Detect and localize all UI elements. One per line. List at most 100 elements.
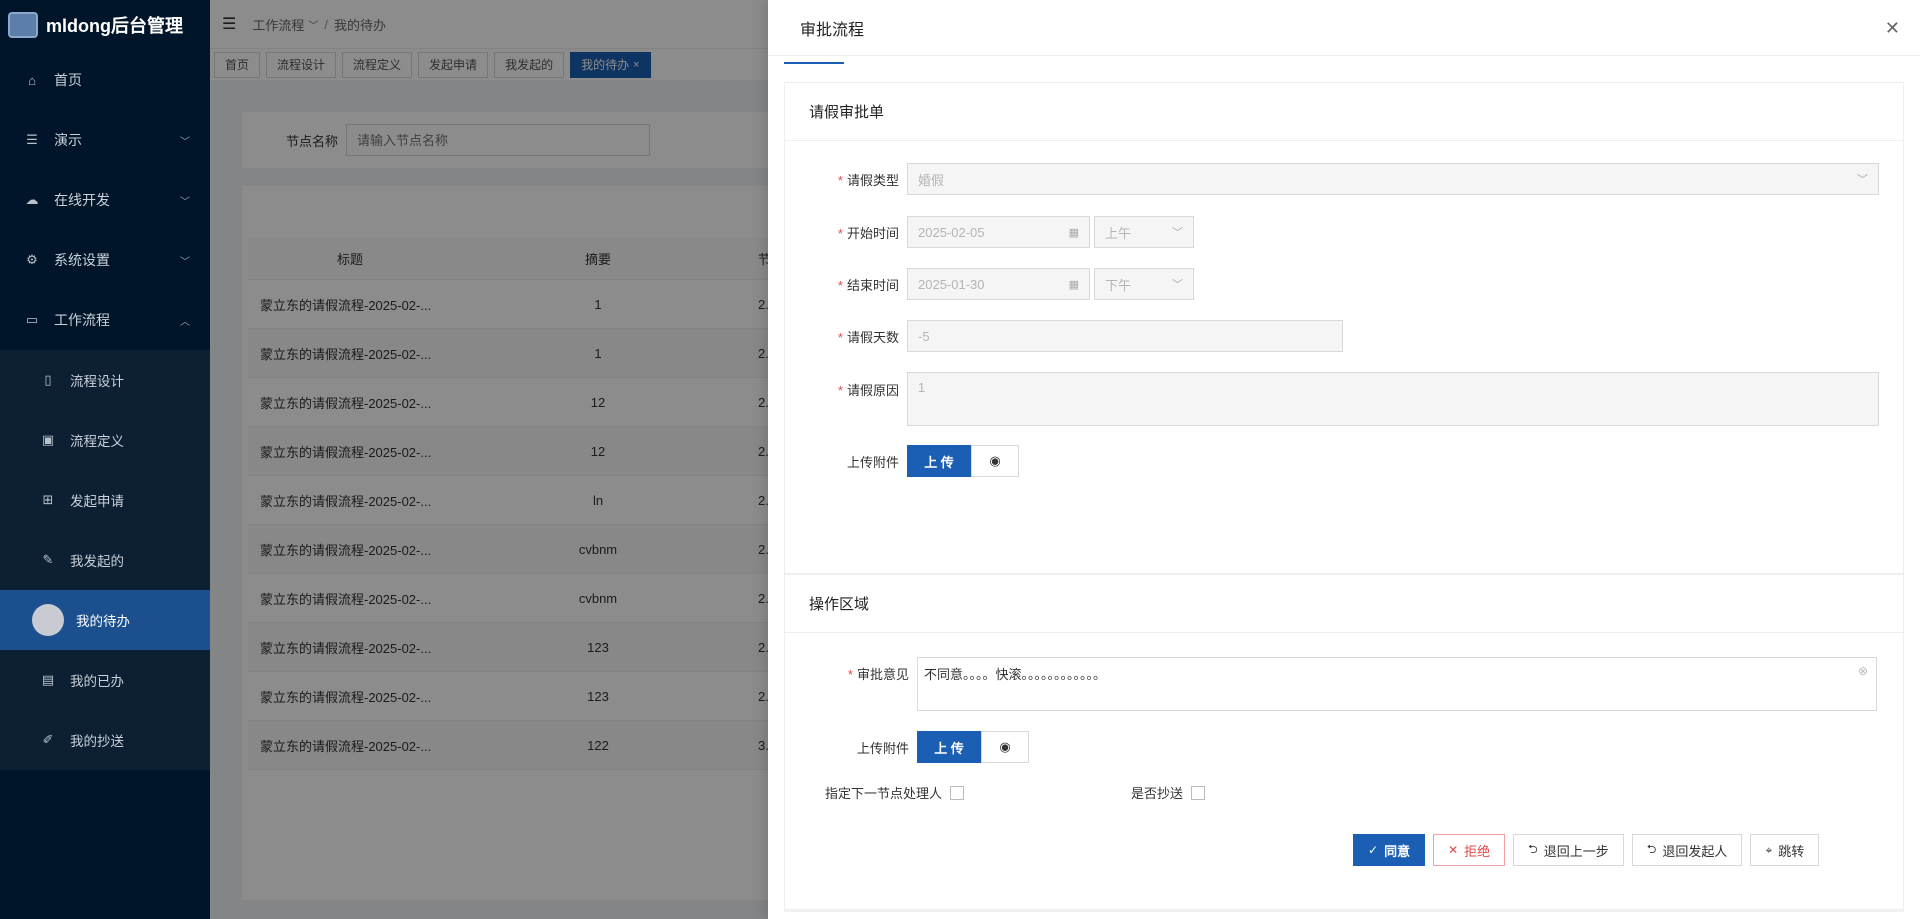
sidebar-item-my-started[interactable]: ✎ 我发起的 [0, 530, 210, 590]
upload-button[interactable]: 上 传 [917, 731, 981, 763]
form-label: 指定下一节点处理人 [825, 786, 943, 801]
select-value: 上午 [1105, 225, 1132, 241]
form-label: 上传附件 [846, 454, 899, 470]
sidebar-item-flow-definition[interactable]: ▣ 流程定义 [0, 410, 210, 470]
end-half-select[interactable]: 下午 ﹀ [1094, 268, 1194, 300]
sidebar-item-label: 在线开发 [54, 192, 110, 208]
upload-row: 上传附件 上 传 ◉ [785, 445, 1019, 477]
image-icon: ▣ [41, 432, 55, 447]
check-icon: ✓ [1368, 843, 1379, 857]
form-label: * 审批意见 [847, 667, 909, 682]
opinion-textarea[interactable]: 不同意。。。。快滚。。。。。。。。。。。。 ⊗ [917, 657, 1877, 711]
next-handler-checkbox[interactable] [950, 785, 965, 800]
chevron-down-icon: ﹀ [1857, 174, 1868, 186]
leave-form-card: 请假审批单 * 请假类型 婚假 ﹀ * 开始时间 2025-02-05 ▦ 上午 ﹀ [784, 82, 1904, 574]
sidebar-item-home[interactable]: ⌂ 首页 [0, 50, 210, 110]
form-label: * 开始时间 [837, 225, 899, 241]
leave-days-input[interactable]: -5 [907, 320, 1343, 352]
input-value: 1 [918, 380, 926, 395]
calendar-icon: ▦ [1068, 226, 1079, 239]
start-half-select[interactable]: 上午 ﹀ [1094, 216, 1194, 248]
edit-icon: ✎ [42, 552, 54, 567]
logo-icon [8, 12, 38, 38]
sidebar-item-label: 系统设置 [54, 252, 110, 268]
sidebar: mldong后台管理 ⌂ 首页 ☰ 演示 ﹀ ☁ 在线开发 ﹀ ⚙ 系统设置 ﹀… [0, 0, 210, 919]
close-icon: ✕ [1448, 843, 1459, 857]
approval-drawer: 审批流程 ✕ 请假审批单 * 请假类型 婚假 ﹀ * 开始时间 2025-02-05… [768, 0, 1920, 919]
drawer-title: 审批流程 [800, 21, 865, 39]
date-value: 2025-02-05 [918, 224, 985, 240]
input-value: -5 [918, 328, 930, 344]
pen-icon: ✐ [42, 732, 54, 747]
cloud-icon: ☁ [25, 192, 39, 207]
sidebar-item-demo[interactable]: ☰ 演示 ﹀ [0, 110, 210, 170]
sidebar-item-start-request[interactable]: ⊞ 发起申请 [0, 470, 210, 530]
list-icon: ☰ [26, 132, 38, 147]
opinion-row: * 审批意见 不同意。。。。快滚。。。。。。。。。。。。 ⊗ [785, 657, 1877, 711]
sidebar-item-label: 首页 [54, 72, 82, 88]
chevron-down-icon: ﹀ [1172, 227, 1183, 239]
jump-button[interactable]: ⌖ 跳转 [1750, 834, 1820, 866]
cc-checkbox[interactable] [1191, 785, 1206, 800]
rollback-icon: ⮌ [1528, 841, 1538, 856]
sidebar-item-label: 我的待办 [76, 614, 130, 629]
sidebar-item-online-dev[interactable]: ☁ 在线开发 ﹀ [0, 170, 210, 230]
sidebar-item-label: 我的抄送 [70, 734, 124, 749]
form-label: 上传附件 [856, 740, 909, 756]
leave-reason-textarea[interactable]: 1 [907, 372, 1879, 426]
avatar [32, 604, 64, 636]
home-icon: ⌂ [28, 72, 36, 88]
sidebar-item-label: 流程定义 [70, 434, 124, 449]
form-label: * 请假天数 [837, 329, 899, 345]
agree-button[interactable]: ✓ 同意 [1353, 834, 1426, 866]
cc-row: 是否抄送 [1131, 783, 1206, 802]
rollback-icon: ⮌ [1646, 841, 1657, 856]
leave-type-select[interactable]: 婚假 ﹀ [907, 163, 1879, 195]
sidebar-item-settings[interactable]: ⚙ 系统设置 ﹀ [0, 230, 210, 290]
clear-icon[interactable]: ⊗ [1858, 664, 1868, 678]
select-value: 婚假 [918, 172, 945, 188]
leave-days-row: * 请假天数 -5 [785, 320, 1343, 352]
eye-icon[interactable]: ◉ [981, 731, 1029, 763]
sidebar-item-my-todo[interactable]: 我的待办 [0, 590, 210, 650]
grid-icon: ⊞ [42, 492, 54, 507]
form-label: * 结束时间 [837, 277, 899, 293]
sidebar-item-label: 工作流程 [54, 312, 110, 328]
chevron-down-icon: ﹀ [180, 136, 190, 148]
gear-icon: ⚙ [26, 252, 38, 267]
app-logo[interactable]: mldong后台管理 [0, 0, 210, 50]
sidebar-item-workflow[interactable]: ▭ 工作流程 ︿ [0, 290, 210, 350]
input-value: 不同意。。。。快滚。。。。。。。。。。。。 [924, 667, 1107, 682]
sidebar-item-my-cc[interactable]: ✐ 我的抄送 [0, 710, 210, 770]
leave-reason-row: * 请假原因 1 [785, 372, 1879, 426]
select-value: 下午 [1105, 277, 1132, 293]
sidebar-item-my-done[interactable]: ▤ 我的已办 [0, 650, 210, 710]
app-title: mldong后台管理 [46, 16, 183, 36]
back-prev-button[interactable]: ⮌ 退回上一步 [1513, 834, 1624, 866]
end-date-picker[interactable]: 2025-01-30 ▦ [907, 268, 1090, 300]
back-starter-button[interactable]: ⮌ 退回发起人 [1631, 834, 1743, 866]
sidebar-item-label: 流程设计 [70, 374, 124, 389]
laptop-icon: ▭ [25, 312, 39, 327]
chevron-up-icon: ︿ [180, 316, 190, 328]
close-icon[interactable]: ✕ [1885, 18, 1900, 39]
form-label: 是否抄送 [1131, 786, 1184, 801]
book-icon: ▤ [41, 672, 55, 687]
reject-button[interactable]: ✕ 拒绝 [1433, 834, 1506, 866]
upload-button[interactable]: 上 传 [907, 445, 971, 477]
sidebar-item-flow-design[interactable]: ▯ 流程设计 [0, 350, 210, 410]
start-date-picker[interactable]: 2025-02-05 ▦ [907, 216, 1090, 248]
eye-icon[interactable]: ◉ [971, 445, 1019, 477]
workflow-submenu: ▯ 流程设计 ▣ 流程定义 ⊞ 发起申请 ✎ 我发起的 我的待办 ▤ 我的已办 … [0, 350, 210, 770]
chevron-down-icon: ﹀ [180, 256, 190, 268]
action-buttons: ✓ 同意 ✕ 拒绝 ⮌ 退回上一步 ⮌ 退回发起人 ⌖ 跳转 [1353, 834, 1820, 866]
chevron-down-icon: ﹀ [180, 196, 190, 208]
drawer-header: 审批流程 ✕ [768, 0, 1920, 56]
end-time-row: * 结束时间 2025-01-30 ▦ 下午 ﹀ [785, 268, 1194, 300]
card-title: 请假审批单 [785, 83, 1903, 141]
card-title: 操作区域 [785, 575, 1903, 633]
drawer-body: 请假审批单 * 请假类型 婚假 ﹀ * 开始时间 2025-02-05 ▦ 上午 ﹀ [784, 82, 1904, 912]
aim-icon: ⌖ [1765, 842, 1773, 857]
sidebar-item-label: 我的已办 [70, 674, 124, 689]
sidebar-item-label: 发起申请 [70, 494, 124, 509]
